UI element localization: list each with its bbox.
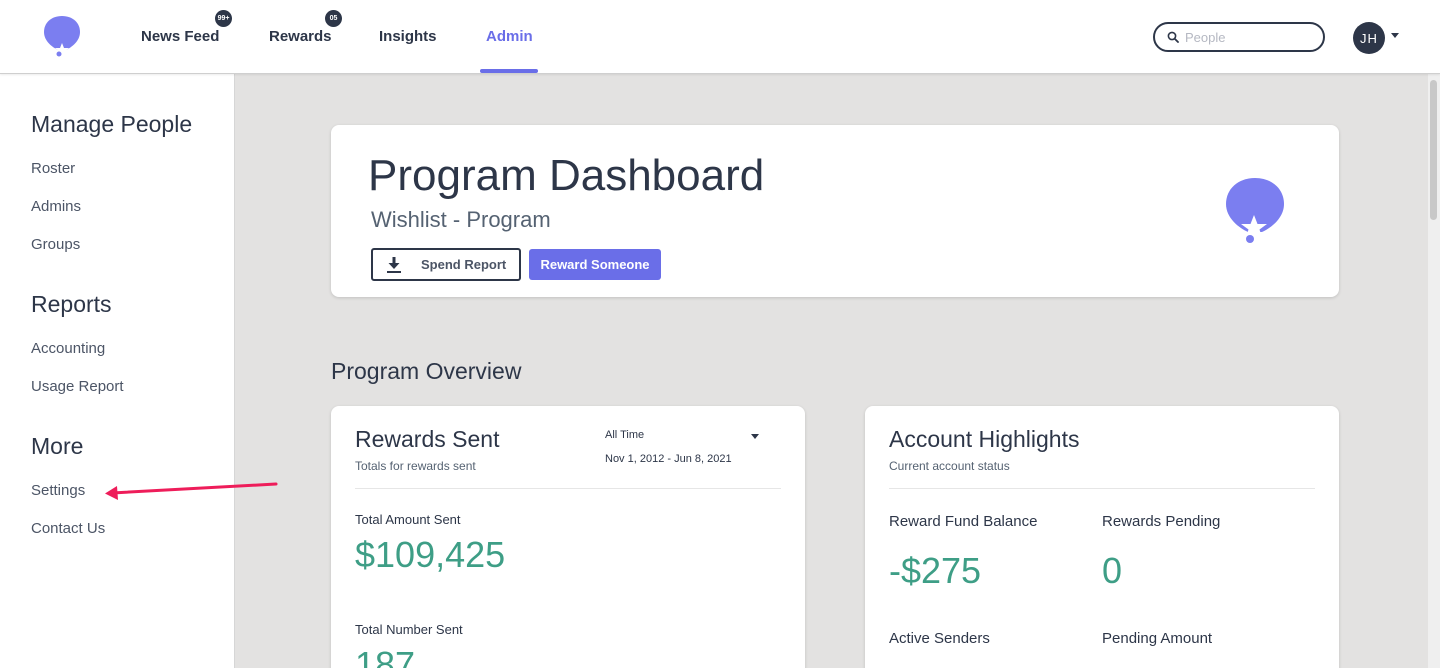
user-avatar[interactable]: JH: [1353, 22, 1385, 54]
account-highlights-title: Account Highlights: [889, 426, 1080, 452]
total-amount-value: $109,425: [355, 534, 506, 575]
divider: [355, 488, 781, 489]
total-amount-label: Total Amount Sent: [355, 512, 461, 527]
rewards-pending-value: 0: [1102, 550, 1123, 591]
nav-insights[interactable]: Insights: [379, 28, 437, 45]
sidebar-item-roster[interactable]: Roster: [31, 160, 75, 177]
admin-sidebar: Manage People Roster Admins Groups Repor…: [0, 74, 235, 668]
date-range-dates: Nov 1, 2012 - Jun 8, 2021: [605, 453, 732, 465]
rewards-sent-subtitle: Totals for rewards sent: [355, 459, 476, 473]
sidebar-item-accounting[interactable]: Accounting: [31, 340, 105, 357]
total-number-label: Total Number Sent: [355, 622, 463, 637]
spend-report-button[interactable]: Spend Report: [371, 248, 521, 281]
fund-balance-label: Reward Fund Balance: [889, 513, 1038, 530]
rewards-sent-card: Rewards Sent Totals for rewards sent All…: [331, 406, 805, 668]
sidebar-item-settings[interactable]: Settings: [31, 482, 85, 499]
sidebar-heading-manage-people: Manage People: [31, 111, 193, 137]
search-input[interactable]: [1185, 29, 1315, 45]
divider: [889, 488, 1315, 489]
sidebar-heading-reports: Reports: [31, 291, 112, 317]
balloon-logo-icon: [1226, 178, 1284, 243]
total-number-value: 187: [355, 644, 416, 668]
rewards-badge: 05: [325, 10, 342, 27]
sidebar-item-admins[interactable]: Admins: [31, 198, 81, 215]
search-icon: [1167, 31, 1179, 43]
active-senders-label: Active Senders: [889, 630, 990, 647]
program-overview-heading: Program Overview: [331, 358, 522, 384]
news-feed-badge: 99+: [215, 10, 232, 27]
nav-rewards[interactable]: Rewards: [269, 28, 332, 45]
nav-admin[interactable]: Admin: [486, 28, 533, 45]
date-range-select[interactable]: All Time: [605, 429, 644, 441]
rewards-sent-title: Rewards Sent: [355, 426, 500, 452]
sidebar-item-groups[interactable]: Groups: [31, 236, 80, 253]
chevron-down-icon[interactable]: [751, 434, 759, 439]
active-tab-indicator: [480, 69, 538, 73]
rewards-pending-label: Rewards Pending: [1102, 513, 1221, 530]
reward-someone-button[interactable]: Reward Someone: [529, 249, 661, 280]
people-search[interactable]: [1153, 22, 1325, 52]
page-scrollbar[interactable]: [1428, 74, 1440, 668]
top-navigation: News Feed 99+ Rewards 05 Insights Admin …: [0, 0, 1440, 74]
spend-report-label: Spend Report: [421, 257, 507, 272]
account-highlights-card: Account Highlights Current account statu…: [865, 406, 1339, 668]
sidebar-heading-more: More: [31, 433, 84, 459]
pending-amount-label: Pending Amount: [1102, 630, 1213, 647]
fund-balance-value: -$275: [889, 550, 982, 591]
scrollbar-thumb[interactable]: [1430, 80, 1437, 220]
program-dashboard-card: Program Dashboard Wishlist - Program Spe…: [331, 125, 1339, 297]
balloon-logo-icon[interactable]: [42, 14, 82, 58]
nav-news-feed[interactable]: News Feed: [141, 28, 219, 45]
account-highlights-subtitle: Current account status: [889, 459, 1010, 473]
annotation-arrow-icon: [105, 482, 278, 500]
program-name: Wishlist - Program: [371, 207, 551, 232]
chevron-down-icon[interactable]: [1391, 33, 1399, 38]
sidebar-item-usage-report[interactable]: Usage Report: [31, 378, 124, 395]
page-title: Program Dashboard: [368, 151, 765, 200]
download-icon: [387, 256, 401, 273]
sidebar-item-contact-us[interactable]: Contact Us: [31, 520, 105, 537]
